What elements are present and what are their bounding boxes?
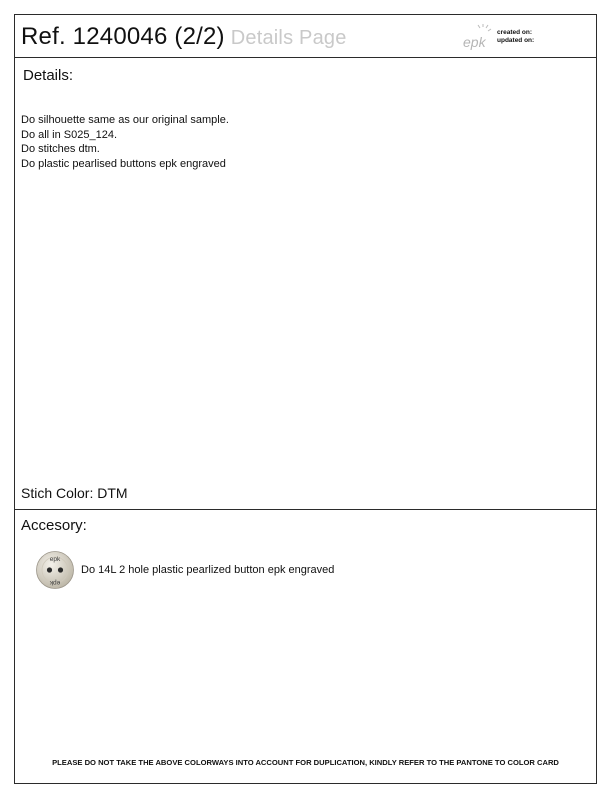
date-meta: created on: updated on: — [497, 29, 534, 45]
page-header: Ref. 1240046 (2/2) Details Page epk creat… — [15, 15, 596, 58]
logo-text: epk — [463, 34, 487, 50]
reference-number: Ref. 1240046 (2/2) — [21, 23, 225, 50]
updated-label: updated on: — [497, 37, 535, 44]
note-line: Do stitches dtm. — [21, 143, 100, 155]
engraving-bottom: epk — [49, 579, 60, 586]
stitch-color: Stich Color: DTM — [21, 485, 128, 501]
note-line: Do silhouette same as our original sampl… — [21, 114, 229, 126]
pearl-button-icon: epk epk — [36, 551, 74, 589]
footer-notice: PLEASE DO NOT TAKE THE ABOVE COLORWAYS I… — [52, 758, 559, 767]
note-line: Do plastic pearlised buttons epk engrave… — [21, 157, 226, 170]
accessory-heading: Accesory: — [21, 517, 87, 534]
epk-logo-icon: epk — [463, 24, 492, 50]
page-title: Details Page — [230, 27, 347, 49]
details-heading: Details: — [23, 67, 74, 84]
accessory-description: Do 14L 2 hole plastic pearlized button e… — [81, 564, 335, 576]
note-line: Do all in S025_124. — [21, 128, 118, 141]
created-label: created on: — [497, 29, 533, 36]
details-notes: Do silhouette same as our original sampl… — [21, 113, 229, 171]
engraving-top: epk — [50, 556, 61, 563]
reference-title: Ref. 1240046 (2/2) Details Page — [21, 23, 347, 51]
accessory-item: epk epk Do 14L 2 hole plastic pearlized … — [35, 550, 334, 590]
spec-sheet: Ref. 1240046 (2/2) Details Page epk creat… — [14, 14, 597, 784]
section-divider — [15, 509, 596, 510]
